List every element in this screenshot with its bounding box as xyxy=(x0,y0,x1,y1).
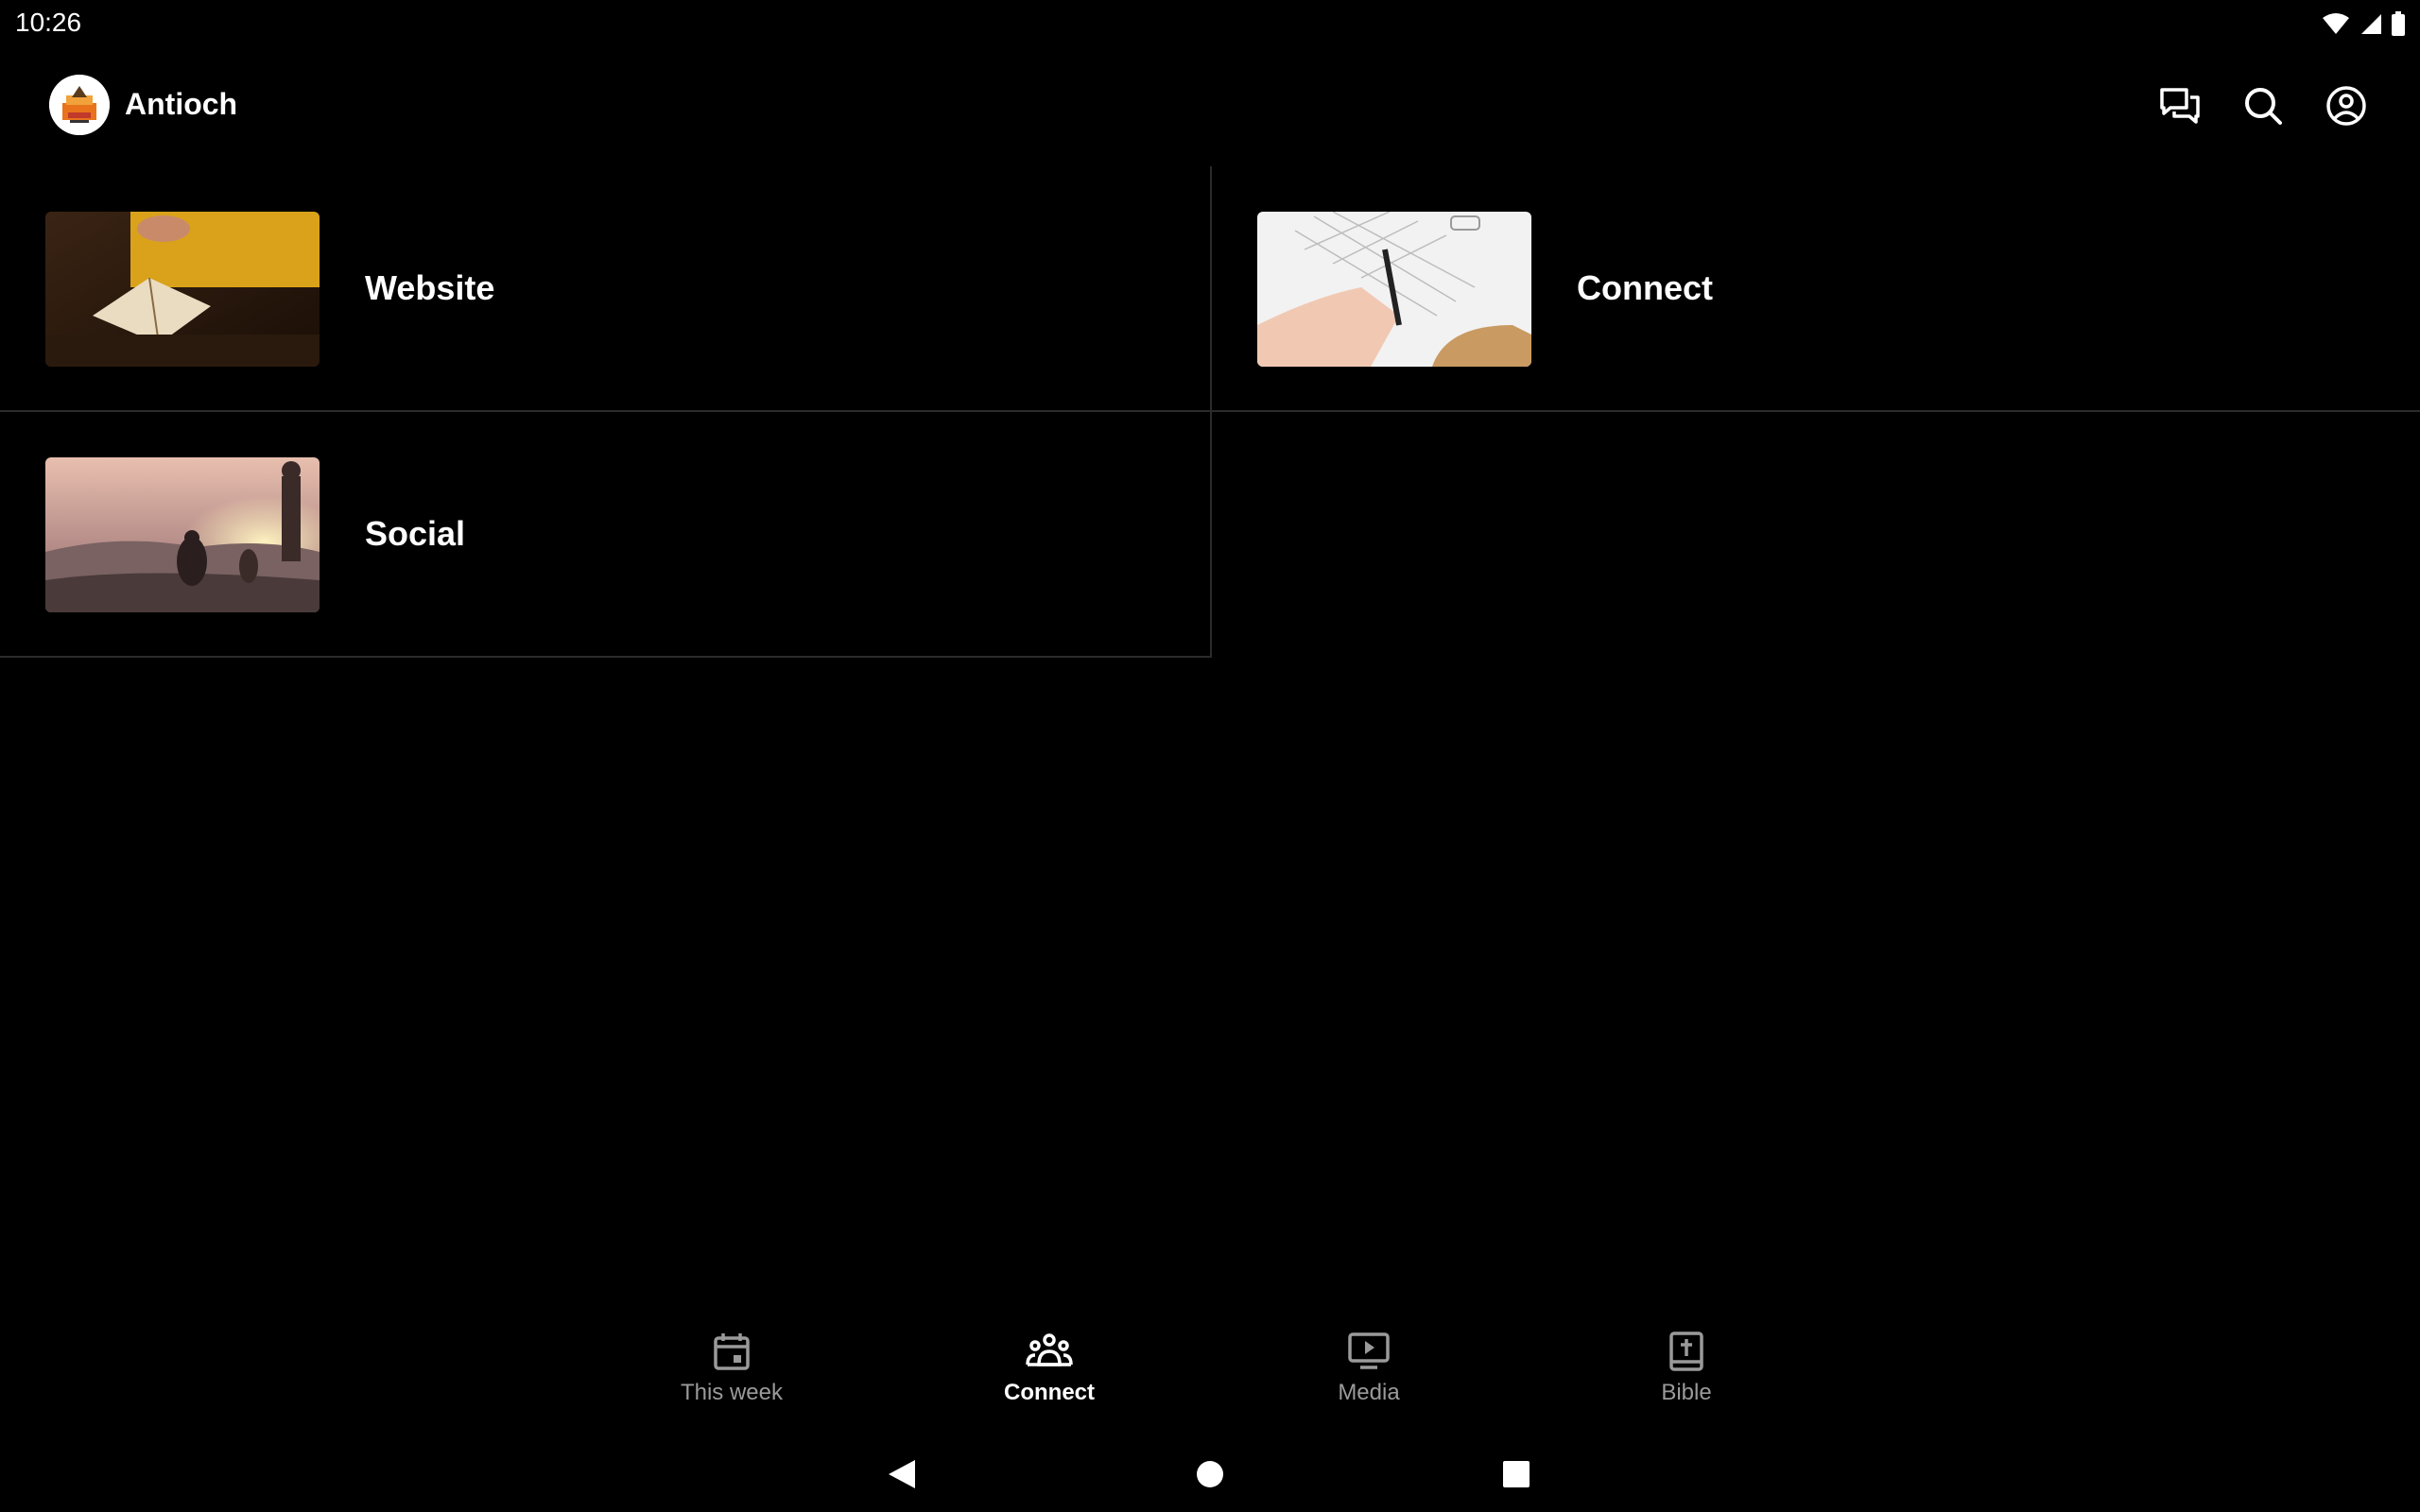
home-circle-icon xyxy=(1197,1461,1223,1487)
back-triangle-icon xyxy=(889,1460,915,1488)
recents-button[interactable] xyxy=(1494,1452,1539,1497)
nav-media[interactable]: Media xyxy=(1265,1329,1473,1406)
top-actions xyxy=(2155,81,2371,130)
nav-label: Connect xyxy=(1004,1380,1095,1405)
tile-connect[interactable]: Connect xyxy=(1212,166,2420,412)
app-bar: Antioch xyxy=(0,45,2420,166)
nav-this-week[interactable]: This week xyxy=(628,1329,836,1406)
hands-writing-notebook-photo xyxy=(1257,212,1531,367)
battery-icon xyxy=(2392,11,2405,36)
status-time: 10:26 xyxy=(15,8,82,37)
recents-square-icon xyxy=(1503,1461,1530,1487)
system-navigation-bar xyxy=(0,1436,2420,1512)
home-button[interactable] xyxy=(1187,1452,1233,1497)
bible-cross-icon xyxy=(1669,1332,1703,1371)
account-button[interactable] xyxy=(2322,81,2371,130)
nav-label: Bible xyxy=(1661,1380,1712,1405)
app-title: Antioch xyxy=(125,87,238,121)
people-group-icon xyxy=(1026,1333,1073,1366)
messages-icon xyxy=(2160,88,2200,124)
nav-bible[interactable]: Bible xyxy=(1582,1329,1790,1406)
tv-play-icon xyxy=(1348,1332,1390,1369)
nav-connect[interactable]: Connect xyxy=(945,1329,1153,1406)
people-on-mountain-sunset-photo xyxy=(45,457,320,612)
nav-label: Media xyxy=(1338,1380,1400,1405)
cell-signal-icon xyxy=(2361,14,2381,34)
tile-social[interactable]: Social xyxy=(0,412,1210,658)
tile-label: Website xyxy=(365,268,495,307)
account-icon xyxy=(2326,86,2366,126)
bottom-navigation: This week Connect Media Bible xyxy=(0,1319,2420,1423)
tile-website[interactable]: Website xyxy=(0,166,1210,412)
status-icons xyxy=(2322,11,2405,36)
calendar-icon xyxy=(714,1333,750,1370)
woman-reading-bible-photo xyxy=(45,212,320,367)
search-button[interactable] xyxy=(2238,81,2288,130)
tile-label: Connect xyxy=(1577,268,1713,307)
wifi-icon xyxy=(2323,13,2349,34)
search-icon xyxy=(2245,88,2282,125)
status-bar: 10:26 xyxy=(0,0,2420,45)
back-button[interactable] xyxy=(879,1452,925,1497)
messages-button[interactable] xyxy=(2155,81,2204,130)
nav-label: This week xyxy=(680,1380,784,1405)
church-logo[interactable] xyxy=(49,75,110,135)
tile-label: Social xyxy=(365,514,466,553)
